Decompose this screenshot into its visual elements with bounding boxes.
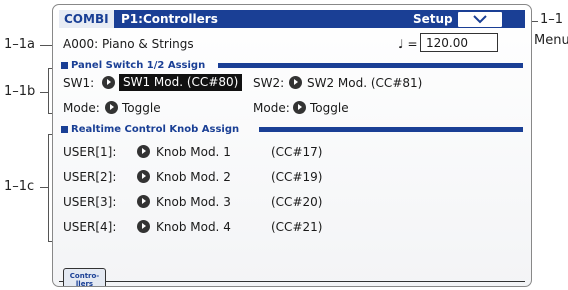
callout-1-1b-line <box>40 92 48 93</box>
tab-controllers-line1: Contro- <box>69 272 100 280</box>
user-knob-assign-select[interactable]: Knob Mod. 2 <box>156 169 231 185</box>
panel-switch-heading: Panel Switch 1/2 Assign <box>71 60 206 71</box>
tempo-label: ♩ = <box>398 37 418 51</box>
mode-indicator: COMBI <box>59 10 116 28</box>
callout-1-1b-bracket <box>48 68 49 113</box>
user-knob-cc-number: (CC#20) <box>271 195 323 209</box>
sw1-assign-select[interactable]: SW1 Mod. (CC#80) <box>119 74 243 91</box>
user-knob-popup-arrow-icon[interactable] <box>137 195 150 208</box>
user-knob-assign-select[interactable]: Knob Mod. 1 <box>156 144 231 160</box>
user-knob-popup-arrow-icon[interactable] <box>137 145 150 158</box>
tab-controllers-line2: llers <box>75 280 94 287</box>
sw2-mode-label: Mode: <box>253 101 290 115</box>
page-title: P1:Controllers <box>121 12 218 26</box>
user-knob-label: USER[2]: <box>63 170 117 184</box>
page-menu-button[interactable] <box>457 11 503 28</box>
user-knob-cc-number: (CC#21) <box>271 220 323 234</box>
combination-name: : Piano & Strings <box>94 37 194 51</box>
user-knob-label: USER[1]: <box>63 145 117 159</box>
sw2-popup-arrow-icon[interactable] <box>289 76 302 89</box>
callout-menu-label: Menu <box>534 33 568 48</box>
tempo-field[interactable]: 120.00 <box>420 33 498 52</box>
sw1-popup-arrow-icon[interactable] <box>102 76 115 89</box>
realtime-section-header: Realtime Control Knob Assign <box>61 124 527 135</box>
sw1-mode-select[interactable]: Toggle <box>122 100 161 116</box>
setup-label: Setup <box>413 12 453 26</box>
callout-1-1c: 1–1c <box>4 179 35 194</box>
panel-switch-section-header: Panel Switch 1/2 Assign <box>61 60 527 71</box>
callout-1-1a: 1–1a <box>4 37 36 52</box>
user-knob-popup-arrow-icon[interactable] <box>137 220 150 233</box>
section-marker-icon <box>61 62 68 69</box>
user-knob-label: USER[3]: <box>63 195 117 209</box>
tab-baseline <box>59 281 525 282</box>
title-bar: COMBI P1:Controllers Setup <box>59 10 525 28</box>
sw2-label: SW2: <box>253 76 285 90</box>
lcd-screen: COMBI P1:Controllers Setup A000: Piano &… <box>52 4 532 287</box>
tab-controllers[interactable]: Contro- llers <box>63 268 106 287</box>
callout-1-1b: 1–1b <box>4 84 36 99</box>
user-knob-label: USER[4]: <box>63 220 117 234</box>
sw1-label: SW1: <box>63 76 95 90</box>
callout-1-1c-bracket <box>48 134 49 241</box>
callout-1-1c-line <box>40 187 48 188</box>
user-knob-cc-number: (CC#19) <box>271 170 323 184</box>
combination-select[interactable]: A000: Piano & Strings <box>63 35 403 53</box>
callout-1-1: 1–1 <box>540 12 564 27</box>
realtime-heading: Realtime Control Knob Assign <box>71 124 240 135</box>
sw1-mode-label: Mode: <box>63 101 100 115</box>
combination-number: A000 <box>63 37 95 51</box>
section-marker-icon <box>61 126 68 133</box>
sw2-mode-select[interactable]: Toggle <box>310 100 349 116</box>
user-knob-assign-select[interactable]: Knob Mod. 3 <box>156 194 231 210</box>
chevron-down-icon <box>473 15 487 24</box>
section-divider <box>218 63 523 68</box>
sw1-mode-arrow-icon[interactable] <box>105 101 118 114</box>
sw2-mode-arrow-icon[interactable] <box>293 101 306 114</box>
user-knob-popup-arrow-icon[interactable] <box>137 170 150 183</box>
section-divider <box>259 127 523 132</box>
user-knob-assign-select[interactable]: Knob Mod. 4 <box>156 219 231 235</box>
user-knob-cc-number: (CC#17) <box>271 145 323 159</box>
sw2-assign-select[interactable]: SW2 Mod. (CC#81) <box>307 75 422 91</box>
